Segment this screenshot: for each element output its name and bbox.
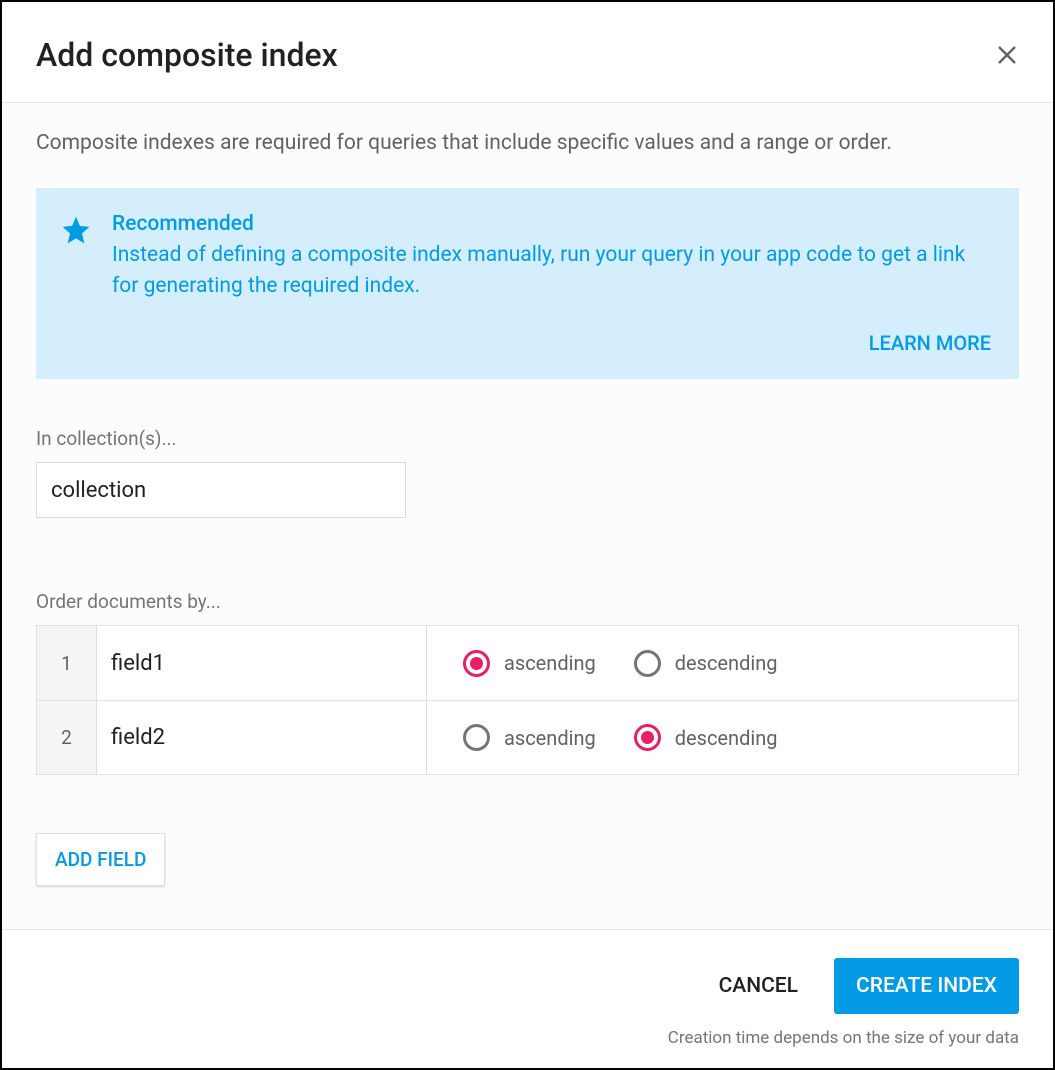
radio-label: descending <box>675 726 778 750</box>
row-number: 2 <box>37 701 97 774</box>
row-number: 1 <box>37 626 97 700</box>
radio-ascending[interactable]: ascending <box>463 650 596 677</box>
order-table: 1 ascending descending 2 <box>36 625 1019 775</box>
order-row: 2 ascending descending <box>37 700 1018 774</box>
dialog-header: Add composite index <box>2 2 1053 103</box>
footer-buttons: CANCEL CREATE INDEX <box>719 958 1019 1014</box>
recommended-info-box: Recommended Instead of defining a compos… <box>36 188 1019 379</box>
dialog-body: Composite indexes are required for queri… <box>2 103 1053 929</box>
dialog-description: Composite indexes are required for queri… <box>36 129 1019 158</box>
cancel-button[interactable]: CANCEL <box>719 974 798 998</box>
radio-descending[interactable]: descending <box>634 650 778 677</box>
radio-icon <box>463 724 490 751</box>
dialog-footer: CANCEL CREATE INDEX Creation time depend… <box>2 929 1053 1068</box>
star-icon <box>60 214 92 246</box>
add-composite-index-dialog: Add composite index Composite indexes ar… <box>2 2 1053 1068</box>
close-icon[interactable] <box>995 43 1019 67</box>
field-name-input[interactable] <box>97 701 426 774</box>
radio-cell: ascending descending <box>427 626 1018 700</box>
info-actions: LEARN MORE <box>60 331 991 355</box>
field-cell <box>97 626 427 700</box>
collection-label: In collection(s)... <box>36 427 1019 450</box>
info-content: Recommended Instead of defining a compos… <box>112 212 991 301</box>
dialog-title: Add composite index <box>36 36 338 74</box>
radio-cell: ascending descending <box>427 701 1018 774</box>
radio-descending[interactable]: descending <box>634 724 778 751</box>
info-title: Recommended <box>112 212 991 236</box>
radio-icon <box>463 650 490 677</box>
create-index-button[interactable]: CREATE INDEX <box>834 958 1019 1014</box>
info-text: Instead of defining a composite index ma… <box>112 240 991 301</box>
radio-label: descending <box>675 651 778 675</box>
add-field-button[interactable]: ADD FIELD <box>36 833 165 886</box>
info-top: Recommended Instead of defining a compos… <box>60 212 991 301</box>
radio-label: ascending <box>504 651 596 675</box>
footer-note: Creation time depends on the size of you… <box>668 1028 1019 1048</box>
learn-more-link[interactable]: LEARN MORE <box>869 331 991 355</box>
field-cell <box>97 701 427 774</box>
collection-input[interactable] <box>36 462 406 518</box>
field-name-input[interactable] <box>97 626 426 700</box>
radio-ascending[interactable]: ascending <box>463 724 596 751</box>
radio-label: ascending <box>504 726 596 750</box>
order-row: 1 ascending descending <box>37 626 1018 700</box>
order-label: Order documents by... <box>36 590 1019 613</box>
radio-icon <box>634 724 661 751</box>
radio-icon <box>634 650 661 677</box>
